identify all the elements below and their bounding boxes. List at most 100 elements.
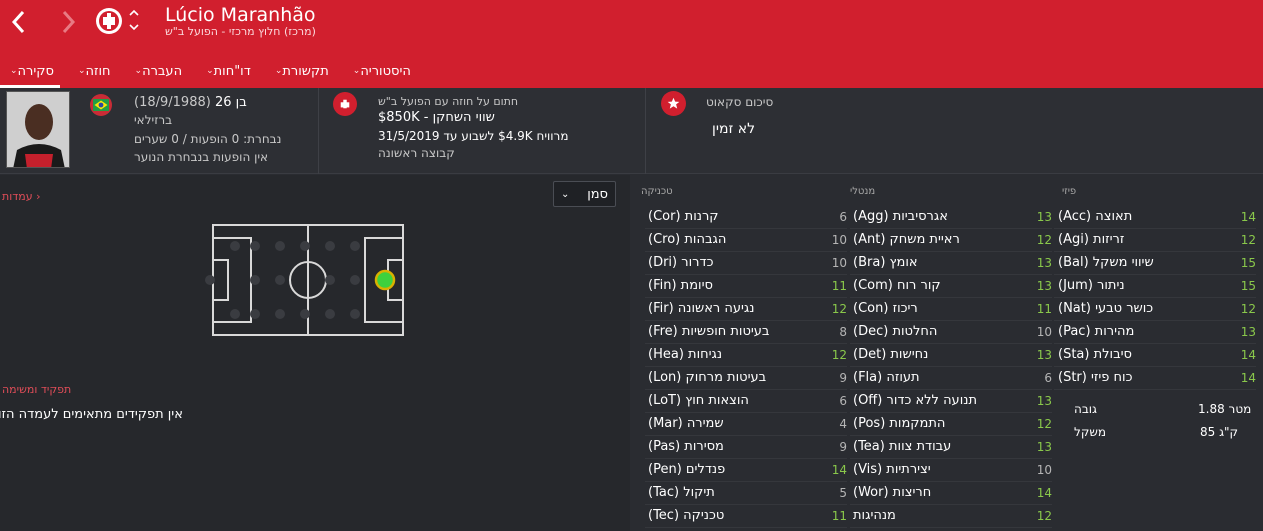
- forward-arrow-icon[interactable]: [57, 8, 79, 36]
- tab-bar: סקירה ⌄ חוזה ⌄ העברה ⌄ דו"חות ⌄ תקשורת ⌄ היסט…: [0, 54, 425, 88]
- attribute-value: 13: [1240, 325, 1256, 339]
- chevron-down-icon: ⌄: [10, 66, 18, 76]
- mental-attribute-row: אגרסיביות (Agg) 13: [850, 206, 1052, 229]
- attribute-label: חריצות (Wor): [853, 485, 932, 500]
- attribute-label: פנדלים (Pen): [648, 462, 726, 477]
- mental-attribute-row: החלטות (Dec) 10: [850, 321, 1052, 344]
- attribute-value: 13: [1036, 256, 1052, 270]
- mental-attribute-row: ראיית משחק (Ant) 12: [850, 229, 1052, 252]
- attribute-label: תיקול (Tac): [648, 485, 715, 500]
- brazil-flag-icon: [90, 94, 112, 116]
- attribute-value: 10: [831, 256, 847, 270]
- attribute-label: יצירתיות (Vis): [853, 462, 931, 477]
- physical-attribute-row: זריזות (Agi) 12: [1054, 229, 1256, 252]
- technical-attribute-row: בעיטות חופשיות (Fre) 8: [645, 321, 847, 344]
- attribute-label: ריכוז (Con): [853, 301, 918, 316]
- tab-label: היסטוריה: [360, 63, 411, 79]
- tab-media[interactable]: תקשורת ⌄: [265, 54, 335, 88]
- technical-title: טכניקה: [641, 186, 673, 197]
- attribute-value: 13: [1036, 440, 1052, 454]
- attribute-value: 13: [1036, 394, 1052, 408]
- tab-label: תקשורת: [282, 63, 329, 79]
- attribute-label: בעיטות חופשיות (Fre): [648, 324, 770, 339]
- attribute-label: ניתור (Jum): [1058, 278, 1125, 293]
- contract-status: חתום על חוזה עם הפועל ב"ש: [378, 95, 519, 108]
- mark-select[interactable]: ⌄ סמן: [553, 181, 616, 207]
- attribute-label: עבודת צוות (Tea): [853, 439, 952, 454]
- physical-title: פיזי: [1062, 186, 1077, 197]
- player-wage: מרוויח $4.9K לשבוע עד 31/5/2019: [378, 129, 569, 143]
- tab-reports[interactable]: דו"חות ⌄: [196, 54, 257, 88]
- tab-overview[interactable]: סקירה ⌄: [0, 54, 60, 88]
- attribute-label: הגבהות (Cro): [648, 232, 727, 247]
- attribute-value: 14: [831, 463, 847, 477]
- mental-title: מנטלי: [850, 186, 876, 197]
- attribute-label: שיווי משקל (Bal): [1058, 255, 1154, 270]
- divider: [645, 88, 646, 174]
- attribute-value: 12: [1036, 417, 1052, 431]
- attribute-label: סיבולת (Sta): [1058, 347, 1132, 362]
- tab-history[interactable]: היסטוריה ⌄: [343, 54, 417, 88]
- attribute-value: 12: [1240, 233, 1256, 247]
- attribute-label: אומץ (Bra): [853, 255, 918, 270]
- attribute-value: 10: [1036, 325, 1052, 339]
- club-badge-icon: [95, 7, 123, 35]
- attribute-label: מסירות (Pas): [648, 439, 724, 454]
- role-duty-text: אין תפקידים מתאימים לעמדה הזו: [0, 407, 183, 422]
- mental-attribute-row: אומץ (Bra) 13: [850, 252, 1052, 275]
- tab-contract[interactable]: חוזה ⌄: [68, 54, 117, 88]
- technical-attribute-row: הוצאות חוץ (LoT) 6: [645, 390, 847, 413]
- mental-attribute-row: ריכוז (Con) 11: [850, 298, 1052, 321]
- back-arrow-icon[interactable]: [8, 8, 30, 36]
- scout-label: סיכום סקאוט: [706, 95, 774, 109]
- technical-attribute-row: נגיחות (Hea) 12: [645, 344, 847, 367]
- mental-attribute-row: תנועה ללא כדור (Off) 13: [850, 390, 1052, 413]
- divider: [318, 88, 319, 174]
- player-age-dob: בן 26 (18/9/1988): [134, 95, 247, 110]
- attribute-value: 11: [831, 509, 847, 523]
- mental-attribute-row: התמקמות (Pos) 12: [850, 413, 1052, 436]
- mental-attribute-row: נחישות (Det) 13: [850, 344, 1052, 367]
- technical-attribute-row: נגיעה ראשונה (Fir) 12: [645, 298, 847, 321]
- attribute-label: הוצאות חוץ (LoT): [648, 393, 749, 408]
- tab-label: העברה: [142, 63, 183, 79]
- physical-attribute-row: ניתור (Jum) 15: [1054, 275, 1256, 298]
- attribute-value: 10: [831, 233, 847, 247]
- tab-transfer[interactable]: העברה ⌄: [125, 54, 189, 88]
- technical-attribute-row: הגבהות (Cro) 10: [645, 229, 847, 252]
- attributes-panel: טכניקה קרנות (Cor) 6 הגבהות (Cro) 10 כדרור (…: [630, 175, 1263, 531]
- attribute-value: 9: [839, 371, 847, 385]
- technical-attribute-row: כדרור (Dri) 10: [645, 252, 847, 275]
- attribute-label: מהירות (Pac): [1058, 324, 1135, 339]
- player-info-bar: בן 26 (18/9/1988) ברזילאי נבחרת: 0 הופעו…: [0, 88, 1263, 174]
- attribute-value: 15: [1240, 279, 1256, 293]
- chevron-down-icon: ⌄: [274, 66, 283, 76]
- contract-icon: [333, 92, 357, 116]
- player-switch-chevrons-icon[interactable]: [128, 6, 140, 34]
- chevron-down-icon: ⌄: [134, 66, 143, 76]
- tab-label: סקירה: [17, 63, 54, 79]
- attribute-label: תעוזה (Fla): [853, 370, 920, 385]
- physical-attribute-row: סיבולת (Sta) 14: [1054, 344, 1256, 367]
- attribute-value: 9: [839, 440, 847, 454]
- attribute-value: 14: [1240, 210, 1256, 224]
- attribute-label: ראיית משחק (Ant): [853, 232, 960, 247]
- attribute-value: 8: [839, 325, 847, 339]
- attribute-value: 12: [831, 302, 847, 316]
- attribute-value: 5: [839, 486, 847, 500]
- mark-select-value: סמן: [587, 186, 608, 202]
- attribute-label: התמקמות (Pos): [853, 416, 946, 431]
- attribute-label: נגיחות (Hea): [648, 347, 723, 362]
- technical-attribute-row: טכניקה (Tec) 11: [645, 505, 847, 528]
- positions-link[interactable]: ‹ עמדות: [2, 190, 41, 203]
- player-name: Lúcio Maranhão: [165, 4, 316, 26]
- player-position-club: (מרכז) חלוץ מרכזי - הפועל ב"ש: [165, 25, 316, 38]
- tab-label: דו"חות: [213, 63, 251, 79]
- height-label: גובה: [1074, 402, 1097, 416]
- attribute-label: כושר טבעי (Nat): [1058, 301, 1154, 316]
- attribute-label: סיומת (Fin): [648, 278, 713, 293]
- national-team-stats: נבחרת: 0 הופעות / 0 שערים: [134, 132, 282, 146]
- attribute-label: מנהיגות: [853, 508, 896, 523]
- attribute-label: תאוצה (Acc): [1058, 209, 1133, 224]
- attribute-value: 6: [1044, 371, 1052, 385]
